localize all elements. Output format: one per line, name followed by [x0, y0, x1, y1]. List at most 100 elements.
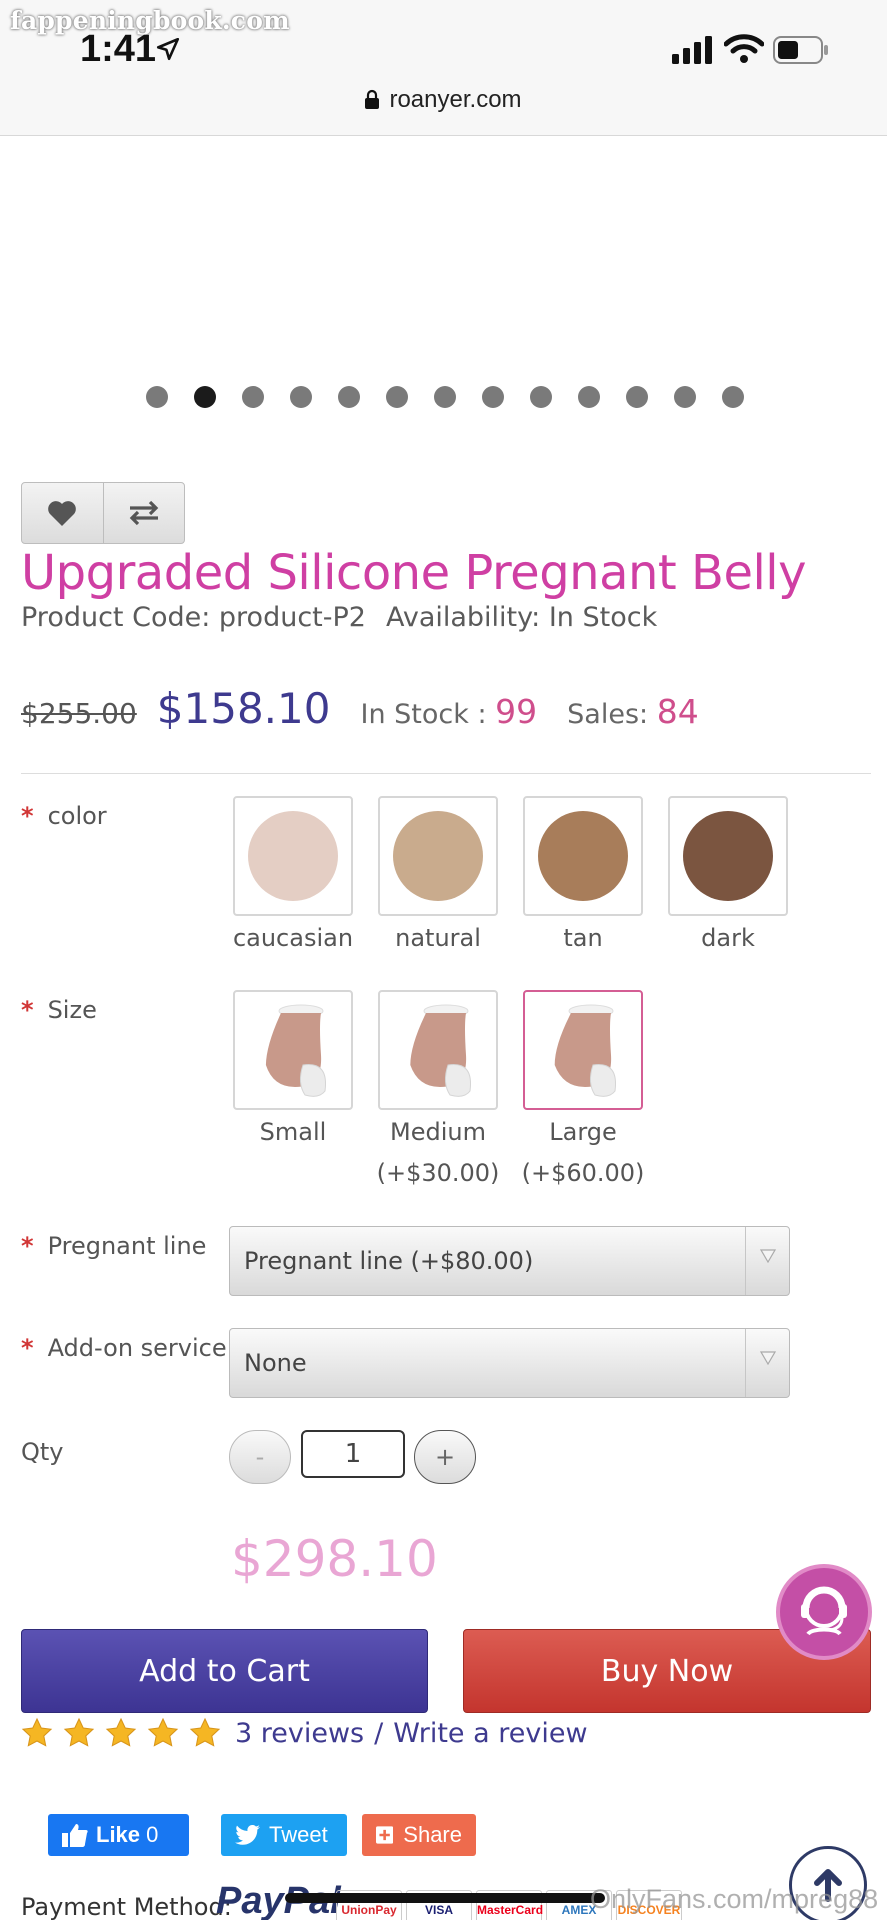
size-swatch[interactable] — [378, 990, 498, 1110]
rating-stars — [21, 1717, 231, 1749]
status-bar: fappeningbook.com 1:41 roanyer.com — [0, 0, 887, 136]
twitter-bird-icon — [235, 1824, 260, 1845]
required-mark: * — [21, 802, 34, 830]
required-mark: * — [21, 996, 34, 1024]
star-icon — [21, 1717, 53, 1747]
qty-increase-button[interactable]: + — [414, 1430, 476, 1484]
availability: Availability: In Stock — [385, 602, 658, 633]
color-swatch-label: dark — [701, 924, 755, 952]
qty-decrease-button[interactable]: - — [229, 1430, 291, 1484]
carousel-dot[interactable] — [386, 386, 408, 408]
size-name: Medium — [390, 1118, 486, 1146]
current-price: $158.10 — [156, 684, 331, 733]
carousel-dot[interactable] — [626, 386, 648, 408]
color-swatch[interactable] — [378, 796, 498, 916]
size-option-label: * Size — [21, 996, 97, 1024]
share-button[interactable]: Share — [362, 1814, 476, 1856]
stock-count: In Stock : 99 — [360, 692, 537, 731]
color-option-label: * color — [21, 802, 107, 830]
pregnant-line-label: * Pregnant line — [21, 1232, 206, 1260]
reviews-count-link[interactable]: 3 reviews — [235, 1718, 364, 1749]
carousel-dot[interactable] — [482, 386, 504, 408]
triangle-down-icon — [760, 1351, 776, 1365]
share-label: Share — [403, 1822, 462, 1847]
size-swatch-label: Small — [218, 1112, 368, 1153]
star-icon — [105, 1717, 137, 1747]
sales-value: 84 — [656, 692, 699, 731]
divider — [21, 773, 871, 774]
carousel-dot[interactable] — [146, 386, 168, 408]
required-mark: * — [21, 1232, 34, 1260]
write-review-link[interactable]: Write a review — [393, 1718, 587, 1749]
carousel-dot[interactable] — [578, 386, 600, 408]
addon-service-select[interactable]: None — [229, 1328, 790, 1398]
like-label: Like — [96, 1822, 141, 1847]
sales-label: Sales: — [567, 699, 649, 730]
color-circle — [683, 811, 773, 901]
carousel-dot[interactable] — [338, 386, 360, 408]
star-icon — [147, 1717, 179, 1747]
overlay-watermark: OnlyFans.com/mpreg88 — [590, 1884, 879, 1914]
lock-icon — [365, 89, 380, 109]
pregnant-line-select[interactable]: Pregnant line (+$80.00) — [229, 1226, 790, 1296]
stock-label: In Stock : — [360, 699, 487, 730]
payment-method-label: Payment Method: — [21, 1893, 232, 1920]
tweet-label: Tweet — [269, 1822, 328, 1847]
chat-support-button[interactable] — [776, 1564, 872, 1660]
addon-label-text: Add-on service — [47, 1334, 227, 1362]
product-code: Product Code: product-P2 — [21, 602, 366, 633]
carousel-dot[interactable] — [290, 386, 312, 408]
carousel-dot[interactable] — [194, 386, 216, 408]
wifi-icon — [724, 34, 764, 63]
qty-label: Qty — [21, 1438, 64, 1466]
size-label-text: Size — [47, 996, 97, 1024]
size-swatch[interactable] — [523, 990, 643, 1110]
carousel-pagination — [146, 386, 744, 408]
color-swatch[interactable] — [233, 796, 353, 916]
color-swatch-label: natural — [395, 924, 481, 952]
triangle-down-icon — [760, 1249, 776, 1263]
size-swatch[interactable] — [233, 990, 353, 1110]
product-title: Upgraded Silicone Pregnant Belly — [21, 545, 807, 601]
product-meta: Product Code: product-P2 Availability: In… — [21, 602, 657, 633]
carousel-dot[interactable] — [434, 386, 456, 408]
carousel-dot[interactable] — [674, 386, 696, 408]
review-links: 3 reviews / Write a review — [235, 1718, 588, 1749]
location-arrow-icon — [156, 37, 180, 61]
stock-value: 99 — [495, 692, 538, 731]
wishlist-button[interactable] — [22, 483, 103, 543]
size-name: Large — [549, 1118, 617, 1146]
url-text: roanyer.com — [389, 86, 522, 113]
add-to-cart-button[interactable]: Add to Cart — [21, 1629, 428, 1713]
size-swatch-label: Medium (+$30.00) — [363, 1112, 513, 1194]
dropdown-arrow — [745, 1329, 789, 1397]
product-action-group — [21, 482, 185, 544]
facebook-like-button[interactable]: Like 0 — [48, 1814, 189, 1856]
star-icon — [189, 1717, 221, 1747]
clock: 1:41 — [80, 28, 157, 70]
battery-icon — [773, 36, 828, 64]
thumbs-up-icon — [62, 1824, 88, 1847]
heart-icon — [48, 501, 77, 526]
plus-square-icon — [376, 1826, 394, 1844]
size-extra-price: (+$60.00) — [521, 1159, 645, 1187]
support-agent-icon — [801, 1586, 847, 1636]
size-extra-price: (+$30.00) — [376, 1159, 500, 1187]
color-swatch-label: caucasian — [232, 924, 354, 952]
star-icon — [63, 1717, 95, 1747]
qty-input[interactable]: 1 — [301, 1430, 405, 1478]
color-swatch[interactable] — [668, 796, 788, 916]
address-bar[interactable]: roanyer.com — [0, 86, 887, 114]
price-row: $255.00 $158.10 In Stock : 99 Sales: 84 — [21, 684, 699, 733]
color-label-text: color — [47, 802, 107, 830]
belly-form-image — [554, 1004, 617, 1097]
carousel-dot[interactable] — [530, 386, 552, 408]
carousel-dot[interactable] — [722, 386, 744, 408]
size-name: Small — [259, 1118, 327, 1146]
color-circle — [248, 811, 338, 901]
color-swatch[interactable] — [523, 796, 643, 916]
tweet-button[interactable]: Tweet — [221, 1814, 347, 1856]
compare-button[interactable] — [102, 483, 185, 543]
carousel-dot[interactable] — [242, 386, 264, 408]
belly-form-image — [410, 1004, 472, 1097]
